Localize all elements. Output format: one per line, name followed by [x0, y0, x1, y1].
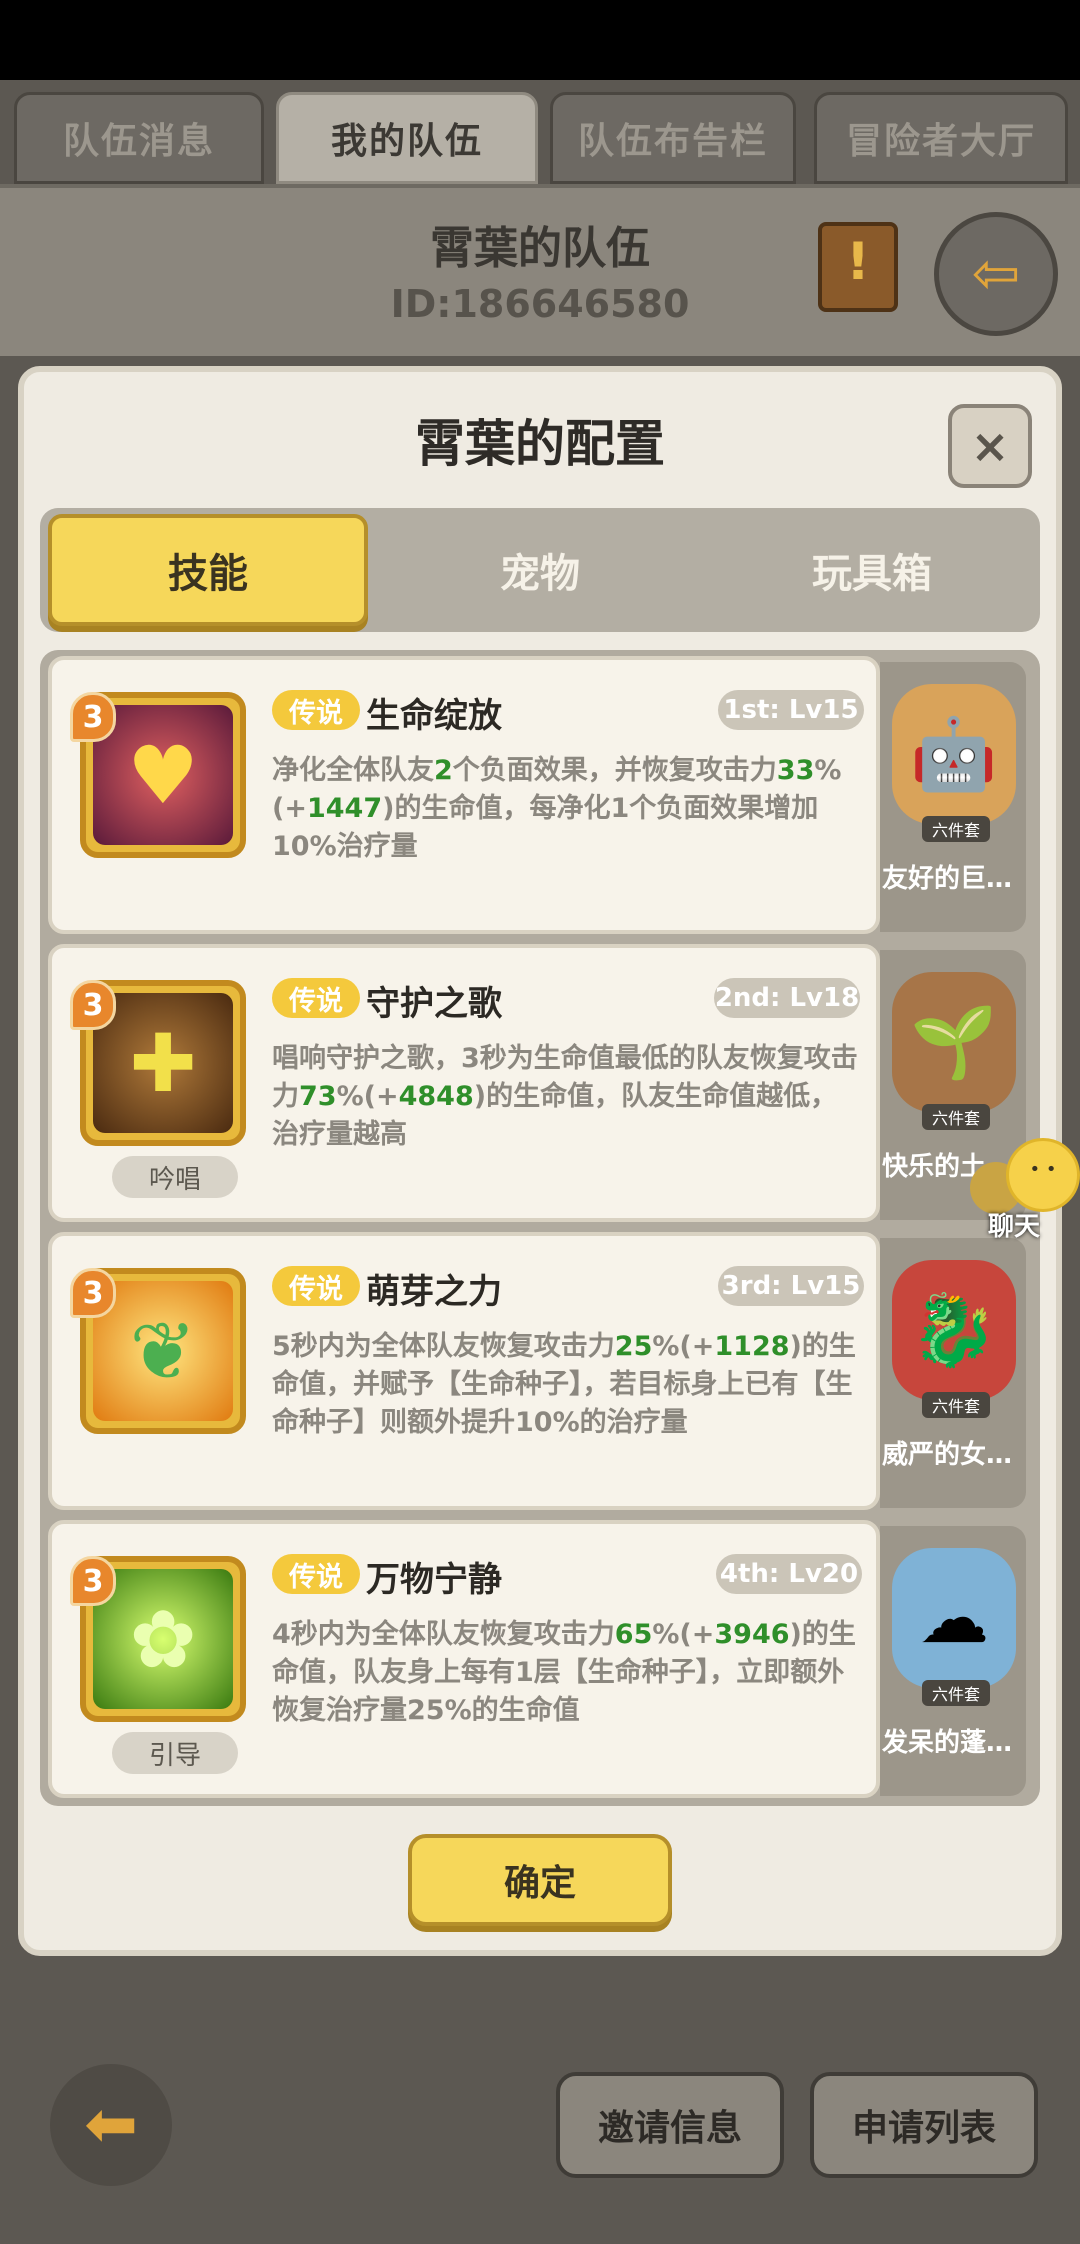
- rarity-badge: 传说: [272, 1266, 360, 1306]
- skill-description: 净化全体队友2个负面效果，并恢复攻击力33%(+1447)的生命值，每净化1个负…: [272, 755, 842, 862]
- close-button[interactable]: ×: [948, 404, 1032, 488]
- fluffy-pet-icon: ☁: [892, 1548, 1016, 1688]
- skill-name: 生命绽放: [366, 696, 502, 736]
- pet-set-badge: 六件套: [922, 1392, 990, 1418]
- tab-adventurer-lobby[interactable]: 冒险者大厅: [814, 92, 1068, 184]
- chat-label: 聊天: [988, 1212, 1041, 1242]
- tab-team-bulletin[interactable]: 队伍布告栏: [550, 92, 796, 184]
- pet-slot[interactable]: 🤖 六件套 友好的巨…: [880, 662, 1026, 932]
- notice-scroll-icon[interactable]: [818, 222, 898, 312]
- skill-level-badge: 3: [70, 1556, 116, 1606]
- chat-button[interactable]: 聊天: [970, 1132, 1080, 1242]
- skill-slot-level: 3rd: Lv15: [718, 1266, 864, 1306]
- panel-title: 霄葉的配置: [415, 415, 665, 473]
- skill-slot-level: 2nd: Lv18: [714, 978, 860, 1018]
- chat-face-icon: [1006, 1138, 1080, 1212]
- status-bar: [0, 0, 1080, 80]
- skill-name: 万物宁静: [366, 1560, 502, 1600]
- confirm-button[interactable]: 确定: [408, 1834, 672, 1926]
- sprout-pet-icon: 🌱: [892, 972, 1016, 1112]
- pet-name: 威严的女…: [882, 1440, 1013, 1470]
- pet-set-badge: 六件套: [922, 1104, 990, 1130]
- dragon-pet-icon: 🐉: [892, 1260, 1016, 1400]
- skill-slot-level: 4th: Lv20: [716, 1554, 862, 1594]
- tab-my-team[interactable]: 我的队伍: [276, 92, 538, 184]
- exit-team-button[interactable]: [934, 212, 1058, 336]
- back-arrow-icon[interactable]: ⬅: [50, 2064, 172, 2186]
- tab-skills[interactable]: 技能: [48, 514, 368, 626]
- skill-level-badge: 3: [70, 692, 116, 742]
- pet-name: 友好的巨…: [882, 864, 1013, 894]
- robot-pet-icon: 🤖: [892, 684, 1016, 824]
- skill-name: 守护之歌: [366, 984, 502, 1024]
- pet-slot[interactable]: 🐉 六件套 威严的女…: [880, 1238, 1026, 1508]
- rarity-badge: 传说: [272, 690, 360, 730]
- skill-slot-level: 1st: Lv15: [718, 690, 864, 730]
- rarity-badge: 传说: [272, 978, 360, 1018]
- apply-list-button[interactable]: 申请列表: [810, 2072, 1038, 2178]
- skill-description: 4秒内为全体队友恢复攻击力65%(+3946)的生命值，队友身上每有1层【生命种…: [272, 1619, 856, 1726]
- skill-level-badge: 3: [70, 1268, 116, 1318]
- pet-slot[interactable]: ☁ 六件套 发呆的蓬…: [880, 1526, 1026, 1796]
- pet-set-badge: 六件套: [922, 1680, 990, 1706]
- rarity-badge: 传说: [272, 1554, 360, 1594]
- team-name: 霄葉的队伍: [430, 223, 650, 274]
- pet-name: 发呆的蓬…: [882, 1728, 1013, 1758]
- skill-tag: 引导: [112, 1732, 238, 1774]
- skill-tag: 吟唱: [112, 1156, 238, 1198]
- team-id: ID:186646580: [390, 282, 690, 326]
- skill-name: 萌芽之力: [366, 1272, 502, 1312]
- invite-info-button[interactable]: 邀请信息: [556, 2072, 784, 2178]
- skill-description: 唱响守护之歌，3秒为生命值最低的队友恢复攻击力73%(+4848)的生命值，队友…: [272, 1043, 858, 1150]
- tab-team-messages[interactable]: 队伍消息: [14, 92, 264, 184]
- tab-toybox[interactable]: 玩具箱: [712, 514, 1032, 626]
- pet-set-badge: 六件套: [922, 816, 990, 842]
- tab-pets[interactable]: 宠物: [380, 514, 700, 626]
- skill-level-badge: 3: [70, 980, 116, 1030]
- skill-description: 5秒内为全体队友恢复攻击力25%(+1128)的生命值，并赋予【生命种子】，若目…: [272, 1331, 856, 1438]
